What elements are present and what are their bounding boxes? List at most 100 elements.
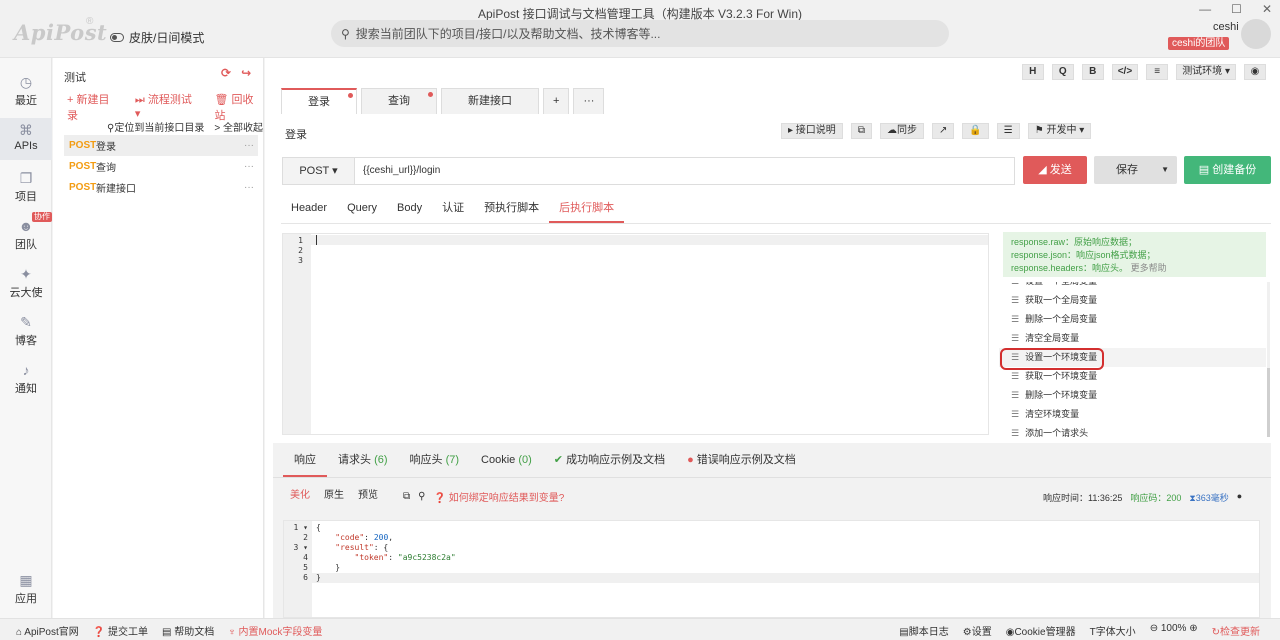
- official-site-link[interactable]: ⌂ ApiPost官网: [16, 623, 79, 638]
- snippet-item[interactable]: ☰ 设置一个全局变量: [999, 282, 1266, 291]
- snippet-scrollbar[interactable]: [1267, 282, 1270, 437]
- create-backup-button[interactable]: ▤ 创建备份: [1184, 156, 1271, 184]
- nav-projects[interactable]: ❐ 项目: [0, 166, 52, 208]
- tab-response-headers[interactable]: 响应头 (7): [399, 443, 471, 477]
- search-icon[interactable]: ⚲: [418, 491, 425, 502]
- snippet-item[interactable]: ☰ 删除一个环境变量: [999, 386, 1266, 405]
- sidebar-locate-bar: ⚲定位到当前接口目录 > 全部收起: [107, 119, 263, 134]
- bind-variable-link[interactable]: ❓ 如何绑定响应结果到变量?: [433, 489, 564, 504]
- global-search[interactable]: ⚲ 搜索当前团队下的项目/接口/以及帮助文档、技术博客等...: [331, 20, 949, 47]
- copy-icon[interactable]: ⧉: [850, 123, 872, 139]
- lock-icon[interactable]: 🔒: [962, 123, 989, 139]
- script-log-button[interactable]: ▤脚本日志: [899, 623, 948, 638]
- more-icon[interactable]: ···: [244, 140, 258, 151]
- heading-button[interactable]: H: [1021, 64, 1044, 80]
- refresh-icon[interactable]: ⟳: [221, 66, 231, 80]
- count-badge: (7): [445, 454, 460, 466]
- nav-apis[interactable]: ⌘ APIs: [0, 118, 52, 160]
- more-icon[interactable]: ···: [244, 182, 258, 193]
- tab-new-api[interactable]: 新建接口: [441, 88, 539, 114]
- nav-apps[interactable]: ▦ 应用: [0, 568, 52, 610]
- snippet-item[interactable]: ☰ 清空全局变量: [999, 329, 1266, 348]
- tab-more-button[interactable]: ···: [573, 88, 605, 114]
- snippet-item[interactable]: ☰ 删除一个全局变量: [999, 310, 1266, 329]
- eye-icon[interactable]: ◉: [1244, 64, 1266, 80]
- scrollbar-thumb[interactable]: [1267, 368, 1270, 437]
- tab-query[interactable]: 查询: [361, 88, 437, 114]
- skin-toggle[interactable]: 皮肤/日间模式: [110, 29, 204, 46]
- method-select[interactable]: POST ▾: [283, 158, 355, 184]
- snippet-item[interactable]: ☰ 获取一个全局变量: [999, 291, 1266, 310]
- nav-team[interactable]: 协作 ☻ 团队: [0, 212, 52, 256]
- caret-down-icon[interactable]: ▼: [1161, 156, 1169, 184]
- copy-icon[interactable]: ⧉: [403, 491, 410, 502]
- zoom-level[interactable]: ⊖ 100% ⊕: [1150, 623, 1198, 638]
- cookie-manager-button[interactable]: ◉Cookie管理器: [1006, 623, 1076, 638]
- settings-button[interactable]: ⚙设置: [963, 623, 992, 638]
- mock-link[interactable]: ♆ 内置Mock字段变量: [228, 623, 322, 638]
- bold-button[interactable]: B: [1081, 64, 1104, 80]
- tab-query-params[interactable]: Query: [337, 195, 387, 223]
- tree-item[interactable]: POST 登录 ···: [64, 135, 258, 156]
- status-select[interactable]: ⚑ 开发中 ▾: [1027, 123, 1092, 139]
- maximize-icon[interactable]: ☐: [1231, 2, 1242, 16]
- code-button[interactable]: </>: [1111, 64, 1139, 80]
- more-icon[interactable]: ···: [244, 161, 258, 172]
- link-label: ApiPost官网: [24, 627, 79, 638]
- nav-notifications[interactable]: ♪ 通知: [0, 358, 52, 400]
- help-doc-link[interactable]: ▤ 帮助文档: [162, 623, 214, 638]
- share-icon[interactable]: ↪: [241, 66, 251, 80]
- format-preview[interactable]: 预览: [355, 488, 381, 504]
- script-editor[interactable]: 1 2 3: [282, 233, 989, 435]
- more-help-link[interactable]: 更多帮助: [1131, 263, 1167, 273]
- tab-auth[interactable]: 认证: [432, 195, 474, 223]
- tab-pre-script[interactable]: 预执行脚本: [474, 195, 549, 223]
- avatar[interactable]: [1241, 19, 1271, 49]
- send-button[interactable]: ◢ 发送: [1023, 156, 1087, 184]
- format-pretty[interactable]: 美化: [287, 488, 313, 504]
- tab-response[interactable]: 响应: [283, 443, 327, 477]
- format-raw[interactable]: 原生: [321, 488, 347, 504]
- database-icon[interactable]: ☰: [996, 123, 1020, 139]
- team-badge[interactable]: ceshi的团队: [1168, 37, 1230, 50]
- tab-success-doc[interactable]: ✔ 成功响应示例及文档: [543, 443, 676, 477]
- help-line: response.raw：原始响应数据；: [1011, 237, 1138, 247]
- count-badge: (0): [518, 454, 532, 466]
- tree-item[interactable]: POST 查询 ···: [64, 156, 258, 177]
- snippet-item[interactable]: ☰ 添加一个请求头: [999, 424, 1266, 437]
- quote-button[interactable]: Q: [1051, 64, 1074, 80]
- tab-body[interactable]: Body: [387, 195, 432, 223]
- minimize-icon[interactable]: —: [1199, 2, 1211, 16]
- save-button[interactable]: 保存 ▼: [1094, 156, 1177, 184]
- response-body[interactable]: 1 ▾ 2 3 ▾ 4 5 6 { "code": 200, "result":…: [283, 520, 1260, 618]
- tree-item[interactable]: POST 新建接口 ···: [64, 177, 258, 198]
- clock-icon: ◷: [19, 74, 33, 90]
- plus-circle-icon[interactable]: ●: [1237, 491, 1242, 504]
- tab-post-script[interactable]: 后执行脚本: [549, 195, 625, 223]
- env-select[interactable]: 测试环境 ▾: [1176, 64, 1236, 80]
- tab-header[interactable]: Header: [281, 195, 337, 223]
- collapse-all-button[interactable]: > 全部收起: [214, 119, 263, 134]
- tab-cookie[interactable]: Cookie (0): [470, 443, 543, 477]
- close-icon[interactable]: ✕: [1262, 2, 1272, 16]
- add-tab-button[interactable]: +: [543, 88, 570, 114]
- api-doc-button[interactable]: ▸ 接口说明: [781, 123, 843, 139]
- sync-button[interactable]: ☁同步: [879, 123, 924, 139]
- nav-recent[interactable]: ◷ 最近: [0, 70, 52, 112]
- share-icon[interactable]: ↗: [931, 123, 955, 139]
- tab-request-headers[interactable]: 请求头 (6): [327, 443, 399, 477]
- link-label: 设置: [971, 627, 992, 638]
- ambassador-icon: ✦: [20, 266, 32, 282]
- bell-icon: ♪: [22, 362, 30, 378]
- tab-error-doc[interactable]: ● 错误响应示例及文档: [676, 443, 807, 477]
- ticket-link[interactable]: ❓ 提交工单: [93, 623, 148, 638]
- nav-blog[interactable]: ✎ 博客: [0, 310, 52, 352]
- snippet-item[interactable]: ☰ 清空环境变量: [999, 405, 1266, 424]
- settings-button[interactable]: ≡: [1146, 64, 1169, 80]
- tab-login[interactable]: 登录: [281, 88, 357, 114]
- check-update-button[interactable]: ↻检查更新: [1212, 623, 1260, 638]
- nav-ambassador[interactable]: ✦ 云大使: [0, 262, 52, 304]
- locate-button[interactable]: ⚲定位到当前接口目录: [107, 119, 204, 134]
- font-size-button[interactable]: T字体大小: [1090, 623, 1136, 638]
- url-input[interactable]: {{ceshi_url}}/login: [355, 158, 1014, 184]
